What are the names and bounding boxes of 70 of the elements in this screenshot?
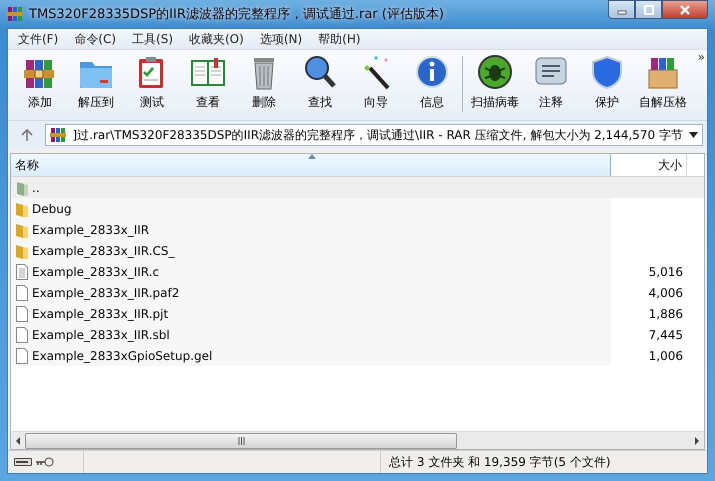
- toolbar-button[interactable]: 扫描病毒: [469, 54, 521, 111]
- folder-icon: [15, 222, 29, 238]
- menu-item[interactable]: 帮助(H): [310, 30, 369, 48]
- close-icon: [680, 4, 690, 14]
- file-name: Example_2833x_IIR.c: [32, 264, 160, 278]
- magnifier-icon: [302, 54, 338, 90]
- scroll-right-icon: [694, 436, 700, 444]
- drive-icon: [14, 458, 32, 466]
- file-name: Example_2833x_IIR.CS_: [32, 244, 174, 258]
- menu-item[interactable]: 文件(F): [10, 30, 66, 48]
- toolbar-button[interactable]: 自解压格: [637, 54, 689, 111]
- address-path: ]过.rar\TMS320F28335DSP的IIR滤波器的完整程序，调试通过\IIR - RAR 压缩文件, 解包大小为 2,144,570 字节: [72, 126, 683, 144]
- toolbar-button[interactable]: 信息: [406, 54, 458, 111]
- document-icon: [15, 264, 29, 280]
- bug-icon: [477, 54, 513, 90]
- toolbar-button[interactable]: 删除: [238, 54, 290, 111]
- file-name: ..: [32, 180, 40, 194]
- toolbar-button[interactable]: 保护: [581, 54, 633, 111]
- folder-icon: [15, 180, 29, 196]
- file-name: Example_2833xGpioSetup.gel: [32, 348, 212, 362]
- toolbar-button[interactable]: 查看: [182, 54, 234, 111]
- toolbar-button[interactable]: 添加: [14, 54, 66, 111]
- address-field[interactable]: ]过.rar\TMS320F28335DSP的IIR滤波器的完整程序，调试通过\IIR - RAR 压缩文件, 解包大小为 2,144,570 字节: [45, 124, 703, 146]
- status-text: 总计 3 文件夹 和 19,359 字节(5 个文件): [388, 454, 612, 470]
- file-name: Example_2833x_IIR.paf2: [32, 286, 180, 300]
- file-icon: [15, 326, 29, 342]
- menu-item[interactable]: 选项(N): [252, 30, 310, 48]
- toolbar-button[interactable]: 测试: [126, 54, 178, 111]
- grip-icon: [238, 436, 244, 444]
- file-size: 1,006: [648, 348, 683, 362]
- up-arrow-icon: [20, 129, 33, 141]
- file-name: Debug: [32, 202, 72, 216]
- dropdown-arrow-icon: [689, 132, 698, 138]
- file-size: 4,006: [648, 286, 683, 300]
- sort-arrow-icon: [308, 154, 316, 159]
- archive-icon: [50, 127, 66, 143]
- toolbar-button[interactable]: 解压到: [70, 54, 122, 111]
- toolbar-button[interactable]: 注释: [525, 54, 577, 111]
- folder-icon: [15, 200, 29, 216]
- toolbar-button[interactable]: 向导: [350, 54, 402, 111]
- menu-item[interactable]: 命令(C): [66, 30, 124, 48]
- file-row[interactable]: ..: [11, 177, 704, 198]
- maximize-icon: [644, 4, 654, 14]
- column-header[interactable]: 大小: [611, 154, 687, 176]
- scroll-left-icon: [15, 436, 21, 444]
- file-size: 1,886: [648, 306, 683, 320]
- file-icon: [15, 348, 29, 364]
- window-title: TMS320F28335DSP的IIR滤波器的完整程序，调试通过.rar (评估版本): [29, 6, 445, 23]
- column-header[interactable]: 名称: [11, 154, 611, 176]
- key-icon: [36, 457, 54, 467]
- toolbar-button[interactable]: 查找: [294, 54, 346, 111]
- shield-icon: [589, 54, 625, 90]
- folder-icon: [15, 242, 29, 258]
- file-icon: [15, 306, 29, 322]
- info-icon: [414, 54, 450, 90]
- file-icon: [15, 284, 29, 300]
- file-size: 5,016: [648, 264, 683, 278]
- more-button[interactable]: »: [698, 50, 705, 64]
- scrollbar-thumb[interactable]: [25, 432, 457, 448]
- file-size: 7,445: [648, 328, 683, 342]
- close-button[interactable]: [662, 0, 708, 19]
- menu-item[interactable]: 收藏夹(O): [181, 30, 252, 48]
- file-name: Example_2833x_IIR.pjt: [32, 306, 168, 320]
- file-name: Example_2833x_IIR.sbl: [32, 328, 170, 342]
- maximize-button[interactable]: [635, 0, 662, 19]
- minimize-button[interactable]: [608, 0, 635, 19]
- horizontal-scrollbar[interactable]: [11, 431, 704, 449]
- file-name: Example_2833x_IIR: [32, 222, 150, 236]
- archive-icon: [7, 6, 23, 22]
- menu-item[interactable]: 工具(S): [124, 30, 181, 48]
